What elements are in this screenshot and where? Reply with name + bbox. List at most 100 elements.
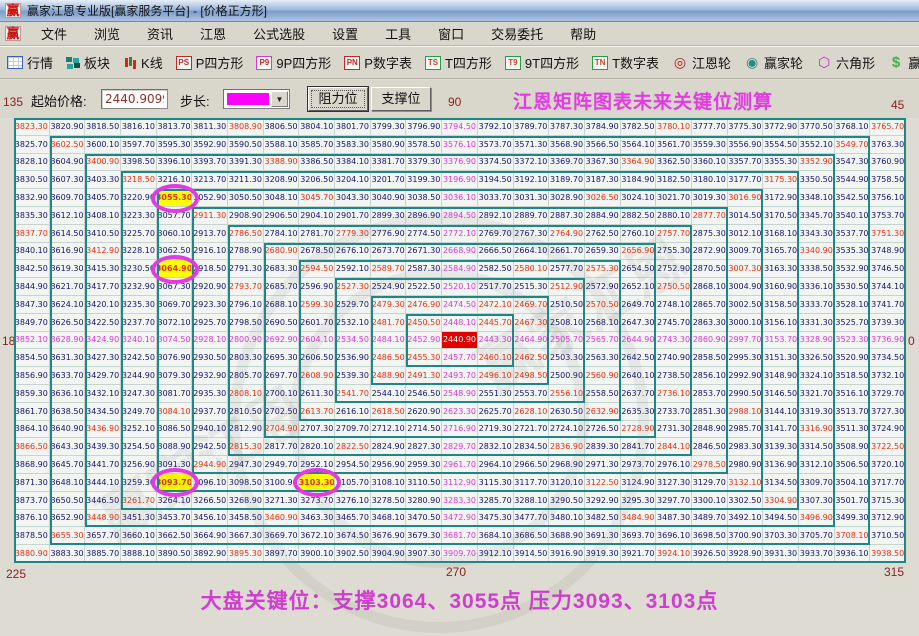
grid-cell: 2997.70 (728, 332, 764, 350)
grid-cell: 3712.90 (870, 510, 906, 528)
grid-cell: 3134.50 (763, 474, 799, 492)
grid-cell: 2445.70 (478, 314, 514, 332)
grid-cell: 2616.10 (335, 403, 371, 421)
grid-cell: 2731.30 (656, 421, 692, 439)
grid-cell: 3400.90 (85, 154, 121, 172)
grid-cell: 2568.10 (585, 314, 621, 332)
grid-cell: 3338.50 (799, 260, 835, 278)
grid-cell: 3866.50 (14, 438, 50, 456)
toolbar-button-K线[interactable]: K线 (123, 53, 163, 72)
grid-cell: 2968.90 (549, 456, 585, 474)
toolbar-button-赢家服务[interactable]: $赢家服务 (888, 53, 919, 72)
grid-cell: 3885.70 (85, 545, 121, 563)
grid-cell: 3436.90 (85, 421, 121, 439)
menu-item-浏览[interactable]: 浏览 (80, 22, 133, 45)
menu-item-窗口[interactable]: 窗口 (424, 22, 477, 45)
grid-cell: 3811.30 (192, 118, 228, 136)
toolbar-button-行情[interactable]: 行情 (7, 53, 53, 72)
step-color-swatch (227, 93, 269, 105)
grid-cell: 2536.90 (335, 349, 371, 367)
grid-cell: 3854.50 (14, 349, 50, 367)
grid-cell: 3393.70 (192, 154, 228, 172)
grid-cell: 2796.10 (228, 296, 264, 314)
grid-cell: 2620.90 (406, 403, 442, 421)
menu-item-资讯[interactable]: 资讯 (133, 22, 186, 45)
grid-cell: 3837.70 (14, 225, 50, 243)
toolbar-button-赢家轮[interactable]: ◉赢家轮 (744, 53, 803, 72)
toolbar-button-板块[interactable]: 板块 (66, 53, 110, 72)
menu-item-工具[interactable]: 工具 (371, 22, 424, 45)
grid-cell: 2572.90 (585, 278, 621, 296)
grid-cell: 3019.30 (692, 189, 728, 207)
toolbar-button-T数字表[interactable]: TNT数字表 (592, 53, 659, 72)
start-price-input[interactable] (101, 89, 168, 109)
grid-cell: 3218.50 (121, 171, 157, 189)
grid-cell: 3108.10 (371, 474, 407, 492)
grid-cell: 3890.50 (157, 545, 193, 563)
toolbar-button-9T四方形[interactable]: T99T四方形 (505, 53, 579, 72)
grid-cell: 3261.70 (121, 492, 157, 510)
grid-cell: 2700.10 (264, 385, 300, 403)
grid-cell: 3309.70 (799, 474, 835, 492)
grid-cell: 3842.50 (14, 260, 50, 278)
grid-cell: 2904.10 (299, 207, 335, 225)
grid-cell: 3772.90 (763, 118, 799, 136)
grid-cell: 2704.90 (264, 421, 300, 439)
grid-cell: 3864.10 (14, 421, 50, 439)
grid-cell: 3530.50 (835, 278, 871, 296)
grid-cell: 3016.90 (728, 189, 764, 207)
grid-cell: 3818.50 (85, 118, 121, 136)
grid-cell: 3487.30 (656, 510, 692, 528)
grid-cell: 3573.70 (478, 136, 514, 154)
support-button[interactable]: 支撑位 (371, 87, 431, 111)
grid-cell: 3631.30 (50, 349, 86, 367)
grid-cell: 2469.70 (514, 296, 550, 314)
grid-cell: 2546.50 (406, 385, 442, 403)
grid-cell: 2508.10 (549, 314, 585, 332)
grid-cell: 2865.70 (692, 296, 728, 314)
combo-dropdown-arrow-icon[interactable]: ▼ (271, 91, 288, 107)
grid-cell: 3751.30 (870, 225, 906, 243)
menu-item-设置[interactable]: 设置 (318, 22, 371, 45)
toolbar-button-江恩轮[interactable]: ◎江恩轮 (672, 53, 731, 72)
grid-cell: 3628.90 (50, 332, 86, 350)
grid-cell: 3357.70 (728, 154, 764, 172)
menu-item-帮助[interactable]: 帮助 (556, 22, 609, 45)
grid-cell: 3031.30 (514, 189, 550, 207)
resistance-button[interactable]: 阻力位 (308, 87, 368, 111)
menu-item-江恩[interactable]: 江恩 (186, 22, 239, 45)
grid-cell: 3602.50 (50, 136, 86, 154)
grid-cell: 3604.90 (50, 154, 86, 172)
grid-cell: 3928.90 (728, 545, 764, 563)
grid-cell: 3026.50 (585, 189, 621, 207)
grid-cell: 2757.70 (656, 225, 692, 243)
grid-cell: 2863.30 (692, 314, 728, 332)
menu-item-交易委托[interactable]: 交易委托 (477, 22, 556, 45)
toolbar-button-六角形[interactable]: ⬡六角形 (816, 53, 875, 72)
grid-cell: 3708.10 (835, 527, 871, 545)
grid-cell: 3506.50 (835, 456, 871, 474)
grid-cell: 3331.30 (799, 314, 835, 332)
grid-cell: 2949.70 (264, 456, 300, 474)
menu-item-文件[interactable]: 文件 (27, 22, 80, 45)
grid-cell: 3374.50 (478, 154, 514, 172)
winner-wheel-icon: ◉ (744, 54, 760, 71)
grid-cell: 3129.70 (692, 474, 728, 492)
grid-cell: 2911.30 (192, 207, 228, 225)
menu-item-公式选股[interactable]: 公式选股 (239, 22, 318, 45)
grid-cell: 2481.70 (371, 314, 407, 332)
grid-cell: 2539.30 (335, 367, 371, 385)
toolbar-button-9P四方形[interactable]: P99P四方形 (256, 53, 331, 72)
grid-cell: 2824.90 (371, 438, 407, 456)
grid-cell: 2647.30 (621, 314, 657, 332)
grid-cell: 2498.50 (514, 367, 550, 385)
step-combobox[interactable]: ▼ (223, 89, 290, 109)
toolbar-button-P数字表[interactable]: PNP数字表 (344, 53, 412, 72)
grid-cell: 3796.90 (406, 118, 442, 136)
toolbar-button-T四方形[interactable]: TST四方形 (425, 53, 492, 72)
grid-cell: 3895.30 (228, 545, 264, 563)
toolbar-button-P四方形[interactable]: PSP四方形 (176, 53, 244, 72)
grid-cell: 3122.50 (585, 474, 621, 492)
grid-cell: 2832.10 (478, 438, 514, 456)
grid-cell: 3247.30 (121, 385, 157, 403)
